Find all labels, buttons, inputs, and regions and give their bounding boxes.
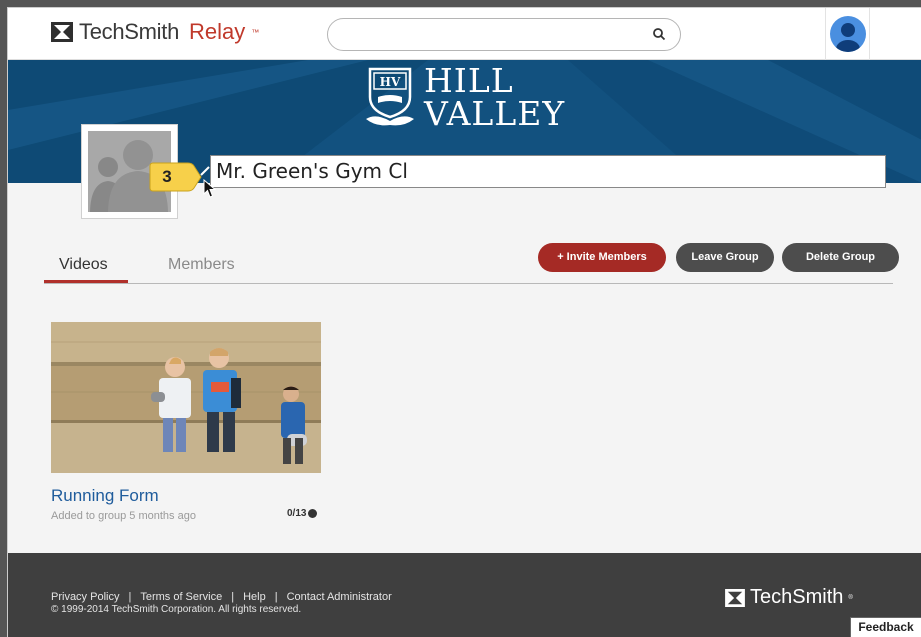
video-view-count: 0/13 xyxy=(287,508,318,519)
separator: | xyxy=(274,591,278,603)
delete-group-button[interactable]: Delete Group xyxy=(782,243,899,272)
search-input[interactable] xyxy=(327,18,681,51)
callout-number: 3 xyxy=(162,167,172,186)
footer-links: Privacy Policy | Terms of Service | Help… xyxy=(51,591,392,603)
contact-administrator-link[interactable]: Contact Administrator xyxy=(287,591,392,603)
terms-of-service-link[interactable]: Terms of Service xyxy=(140,591,222,603)
help-link[interactable]: Help xyxy=(243,591,266,603)
progress-pie-icon xyxy=(308,509,318,518)
footer-trademark: ® xyxy=(848,594,853,601)
group-name-field[interactable]: Mr. Green's Gym Cl xyxy=(210,155,886,188)
invite-members-button[interactable]: + Invite Members xyxy=(538,243,666,272)
tab-videos[interactable]: Videos xyxy=(59,256,108,274)
app-frame: TechSmith Relay ™ HV HILL VALLEY 3 Mr. G… xyxy=(7,7,921,637)
footer-brand-name: TechSmith xyxy=(750,586,844,608)
techsmith-logo-icon xyxy=(725,588,745,607)
separator: | xyxy=(231,591,235,603)
mouse-cursor-icon xyxy=(203,179,217,198)
organization-name: HILL VALLEY xyxy=(424,64,565,130)
product-name: Relay xyxy=(189,19,246,44)
video-thumbnail[interactable] xyxy=(51,322,321,473)
edit-pencil-icon[interactable] xyxy=(200,166,210,176)
techsmith-relay-logo[interactable]: TechSmith Relay ™ xyxy=(51,19,259,45)
crest-text: HV xyxy=(380,75,401,89)
leave-group-button[interactable]: Leave Group xyxy=(676,243,774,272)
tab-divider xyxy=(44,283,893,284)
tab-members[interactable]: Members xyxy=(168,256,235,274)
top-nav: TechSmith Relay ™ xyxy=(8,8,921,60)
copyright-text: © 1999-2014 TechSmith Corporation. All r… xyxy=(51,604,302,615)
page-footer: Privacy Policy | Terms of Service | Help… xyxy=(8,553,921,637)
organization-name-line1: HILL xyxy=(424,61,514,100)
separator: | xyxy=(128,591,132,603)
video-title-link[interactable]: Running Form xyxy=(51,486,159,506)
search-icon[interactable] xyxy=(652,27,666,41)
organization-name-line2: VALLEY xyxy=(424,94,566,133)
user-menu[interactable] xyxy=(825,8,870,60)
step-callout: 3 xyxy=(146,160,203,194)
brand-name: TechSmith xyxy=(79,19,180,44)
user-avatar-icon[interactable] xyxy=(830,16,866,52)
footer-techsmith-logo[interactable]: TechSmith ® xyxy=(725,586,853,609)
video-added-date: Added to group 5 months ago xyxy=(51,510,196,522)
hill-valley-crest-icon: HV xyxy=(366,67,414,126)
feedback-button[interactable]: Feedback xyxy=(850,617,921,637)
view-count-text: 0/13 xyxy=(287,508,307,519)
privacy-policy-link[interactable]: Privacy Policy xyxy=(51,591,119,603)
techsmith-logo-icon xyxy=(51,22,73,42)
trademark: ™ xyxy=(251,27,260,37)
